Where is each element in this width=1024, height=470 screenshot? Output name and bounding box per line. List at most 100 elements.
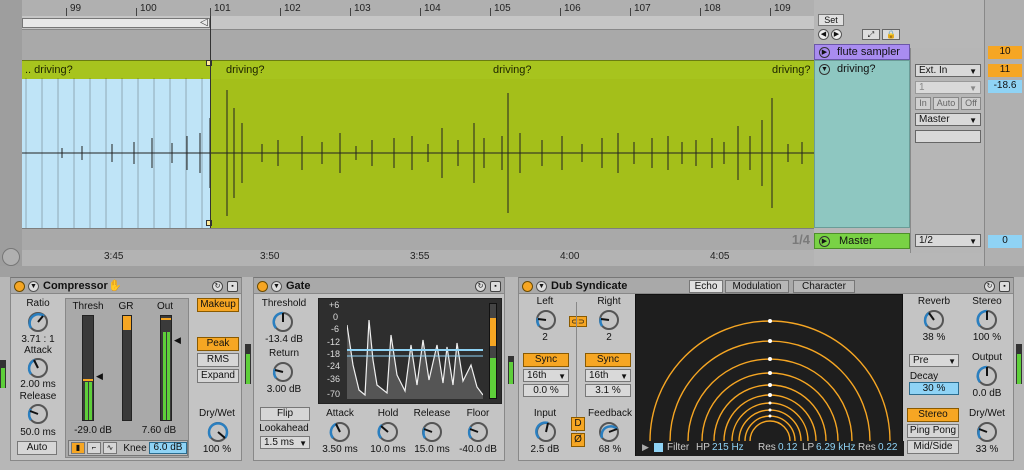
hp-res-value[interactable]: 0.12 <box>778 442 797 453</box>
loop-end-marker-icon[interactable]: ◁ <box>200 17 208 28</box>
left-time-knob[interactable] <box>534 308 558 332</box>
back-arrow-icon[interactable]: ◀ <box>818 29 829 40</box>
save-preset-icon[interactable]: ▪ <box>490 281 501 292</box>
master-lane[interactable]: 1/4 <box>22 228 814 250</box>
attack-knob[interactable] <box>328 420 352 444</box>
lp-value[interactable]: 6.29 kHz <box>816 442 855 453</box>
curve-icon[interactable]: ⌐ <box>87 442 101 454</box>
beat-ruler[interactable]: 99 100 101 102 103 104 105 106 107 108 1… <box>22 0 814 16</box>
lock-icon[interactable]: 🔒 <box>882 29 900 40</box>
save-preset-icon[interactable]: ▪ <box>227 281 238 292</box>
expand-button[interactable]: Expand <box>197 369 239 383</box>
thresh-arrow-icon[interactable]: ◀ <box>96 371 103 382</box>
device-power-icon[interactable] <box>14 281 25 292</box>
right-division-select[interactable]: 16th ▼ <box>585 369 631 382</box>
release-knob[interactable] <box>420 420 444 444</box>
device-power-icon[interactable] <box>257 281 268 292</box>
left-division-select[interactable]: 16th ▼ <box>523 369 569 382</box>
release-knob[interactable] <box>26 402 50 426</box>
cue-out-select[interactable]: 1/2 ▼ <box>915 234 981 247</box>
phase-button[interactable]: Ø <box>571 433 585 447</box>
zoom-icon[interactable] <box>2 248 20 266</box>
fold-icon[interactable]: ▼ <box>271 281 282 292</box>
track-header-master[interactable]: ▶ Master <box>814 233 910 249</box>
floor-knob[interactable] <box>466 420 490 444</box>
tab-character[interactable]: Character <box>793 280 855 293</box>
input-type-select[interactable]: Ext. In ▼ <box>915 64 981 77</box>
knee-value[interactable]: 6.0 dB <box>149 442 187 454</box>
play-icon[interactable]: ▶ <box>642 442 649 453</box>
flip-button[interactable]: Flip <box>260 407 310 421</box>
track-number[interactable]: 10 <box>988 46 1022 59</box>
track-header-driving[interactable]: ▼ driving? <box>814 60 910 228</box>
save-preset-icon[interactable]: ▪ <box>999 281 1010 292</box>
track-volume[interactable]: -18.6 <box>988 80 1022 93</box>
peak-button[interactable]: Peak <box>197 337 239 351</box>
threshold-knob[interactable] <box>271 310 295 334</box>
attack-knob[interactable] <box>26 356 50 380</box>
reverb-position-select[interactable]: Pre ▼ <box>909 354 959 367</box>
output-select[interactable]: Master ▼ <box>915 113 981 126</box>
hold-knob[interactable] <box>376 420 400 444</box>
stereo-knob[interactable] <box>975 308 999 332</box>
stereo-mode-button[interactable]: Stereo <box>907 408 959 422</box>
loop-brace[interactable] <box>22 18 210 28</box>
hot-swap-icon[interactable]: ↻ <box>212 281 223 292</box>
hot-swap-icon[interactable]: ↻ <box>984 281 995 292</box>
fold-icon[interactable]: ▼ <box>536 281 547 292</box>
track-lane-flute[interactable] <box>22 30 814 60</box>
monitor-in-button[interactable]: In <box>915 97 931 110</box>
mid-side-button[interactable]: Mid/Side <box>907 440 959 454</box>
ratio-knob[interactable] <box>26 310 50 334</box>
fold-icon[interactable]: ▶ <box>819 236 830 247</box>
tab-modulation[interactable]: Modulation <box>725 280 789 293</box>
monitor-off-button[interactable]: Off <box>961 97 981 110</box>
input-channel-select[interactable]: 1 ▼ <box>915 81 981 94</box>
left-sync-button[interactable]: Sync <box>523 353 569 367</box>
link-icon[interactable]: ⊂⊃ <box>569 316 587 327</box>
reverb-knob[interactable] <box>922 308 946 332</box>
drywet-knob[interactable] <box>975 420 999 444</box>
right-time-knob[interactable] <box>597 308 621 332</box>
tab-echo[interactable]: Echo <box>689 280 723 293</box>
device-power-icon[interactable] <box>522 281 533 292</box>
clip-start-handle[interactable] <box>206 60 212 66</box>
input-knob[interactable] <box>534 420 558 444</box>
master-number[interactable]: 0 <box>988 235 1022 248</box>
decay-field[interactable]: 30 % <box>909 382 959 395</box>
echo-visualizer[interactable]: ▶ Filter HP 215 Hz Res 0.12 LP 6.29 kHz … <box>635 294 904 456</box>
track-number[interactable]: 11 <box>988 64 1022 77</box>
waveform-icon[interactable]: ∿ <box>103 442 117 454</box>
hot-swap-icon[interactable]: ↻ <box>475 281 486 292</box>
makeup-button[interactable]: Makeup <box>197 298 239 312</box>
return-knob[interactable] <box>271 360 295 384</box>
monitor-auto-button[interactable]: Auto <box>933 97 959 110</box>
lookahead-select[interactable]: 1.5 ms ▼ <box>260 436 310 449</box>
expand-icon[interactable]: ⤢ <box>862 29 880 40</box>
filter-checkbox[interactable] <box>654 443 663 452</box>
d-button[interactable]: D <box>571 417 585 431</box>
left-offset-field[interactable]: 0.0 % <box>523 384 569 397</box>
set-button[interactable]: Set <box>818 14 844 26</box>
output-sub-select[interactable] <box>915 130 981 143</box>
rms-button[interactable]: RMS <box>197 353 239 367</box>
fold-icon[interactable]: ▼ <box>819 64 830 75</box>
auto-release-button[interactable]: Auto <box>17 441 57 455</box>
output-knob[interactable] <box>975 364 999 388</box>
right-offset-field[interactable]: 3.1 % <box>585 384 631 397</box>
fold-icon[interactable]: ▶ <box>819 47 830 58</box>
bar-graph-icon[interactable]: ▮ <box>71 442 85 454</box>
gate-display[interactable]: +6 0 -6 -12 -18 -24 -36 -70 <box>318 298 502 404</box>
hp-value[interactable]: 215 Hz <box>712 442 744 453</box>
thresh-meter[interactable] <box>82 315 94 421</box>
time-ruler[interactable]: 3:45 3:50 3:55 4:00 4:05 <box>22 250 814 266</box>
feedback-knob[interactable] <box>597 420 621 444</box>
ping-pong-button[interactable]: Ping Pong <box>907 424 959 438</box>
forward-arrow-icon[interactable]: ▶ <box>831 29 842 40</box>
track-header-flute[interactable]: ▶ flute sampler <box>814 44 910 60</box>
fold-icon[interactable]: ▼ <box>28 281 39 292</box>
drywet-knob[interactable] <box>206 420 230 444</box>
lp-res-value[interactable]: 0.22 <box>878 442 897 453</box>
right-sync-button[interactable]: Sync <box>585 353 631 367</box>
out-arrow-icon[interactable]: ◀ <box>174 335 181 346</box>
